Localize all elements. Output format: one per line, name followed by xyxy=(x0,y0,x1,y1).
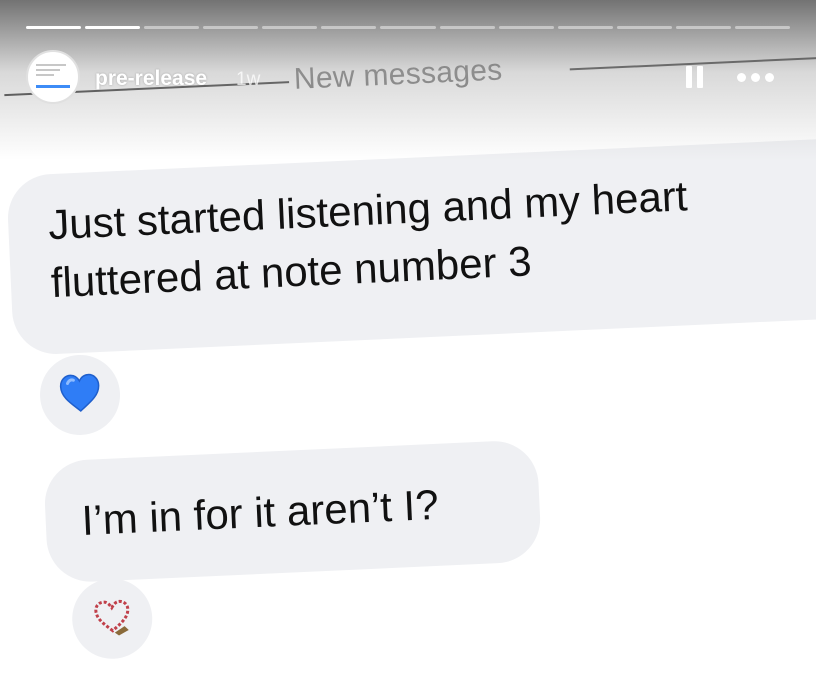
more-icon[interactable] xyxy=(736,70,776,84)
heart-outline-icon xyxy=(89,595,135,642)
screenshot-thumbnail-icon[interactable] xyxy=(26,50,80,104)
message-reaction xyxy=(70,576,154,661)
story-username[interactable]: pre-release xyxy=(95,67,207,91)
story-header: pre-release 1w xyxy=(0,0,816,130)
pause-icon[interactable] xyxy=(684,66,706,88)
message-bubble: I’m in for it aren’t I? xyxy=(43,439,543,584)
blue-heart-icon xyxy=(57,371,103,418)
story-timestamp: 1w xyxy=(236,69,261,90)
message-text: I’m in for it aren’t I? xyxy=(80,480,440,544)
message-bubble: Just started listening and my heart flut… xyxy=(6,136,816,356)
message-reaction xyxy=(38,353,122,437)
message-text: Just started listening and my heart flut… xyxy=(47,167,691,312)
